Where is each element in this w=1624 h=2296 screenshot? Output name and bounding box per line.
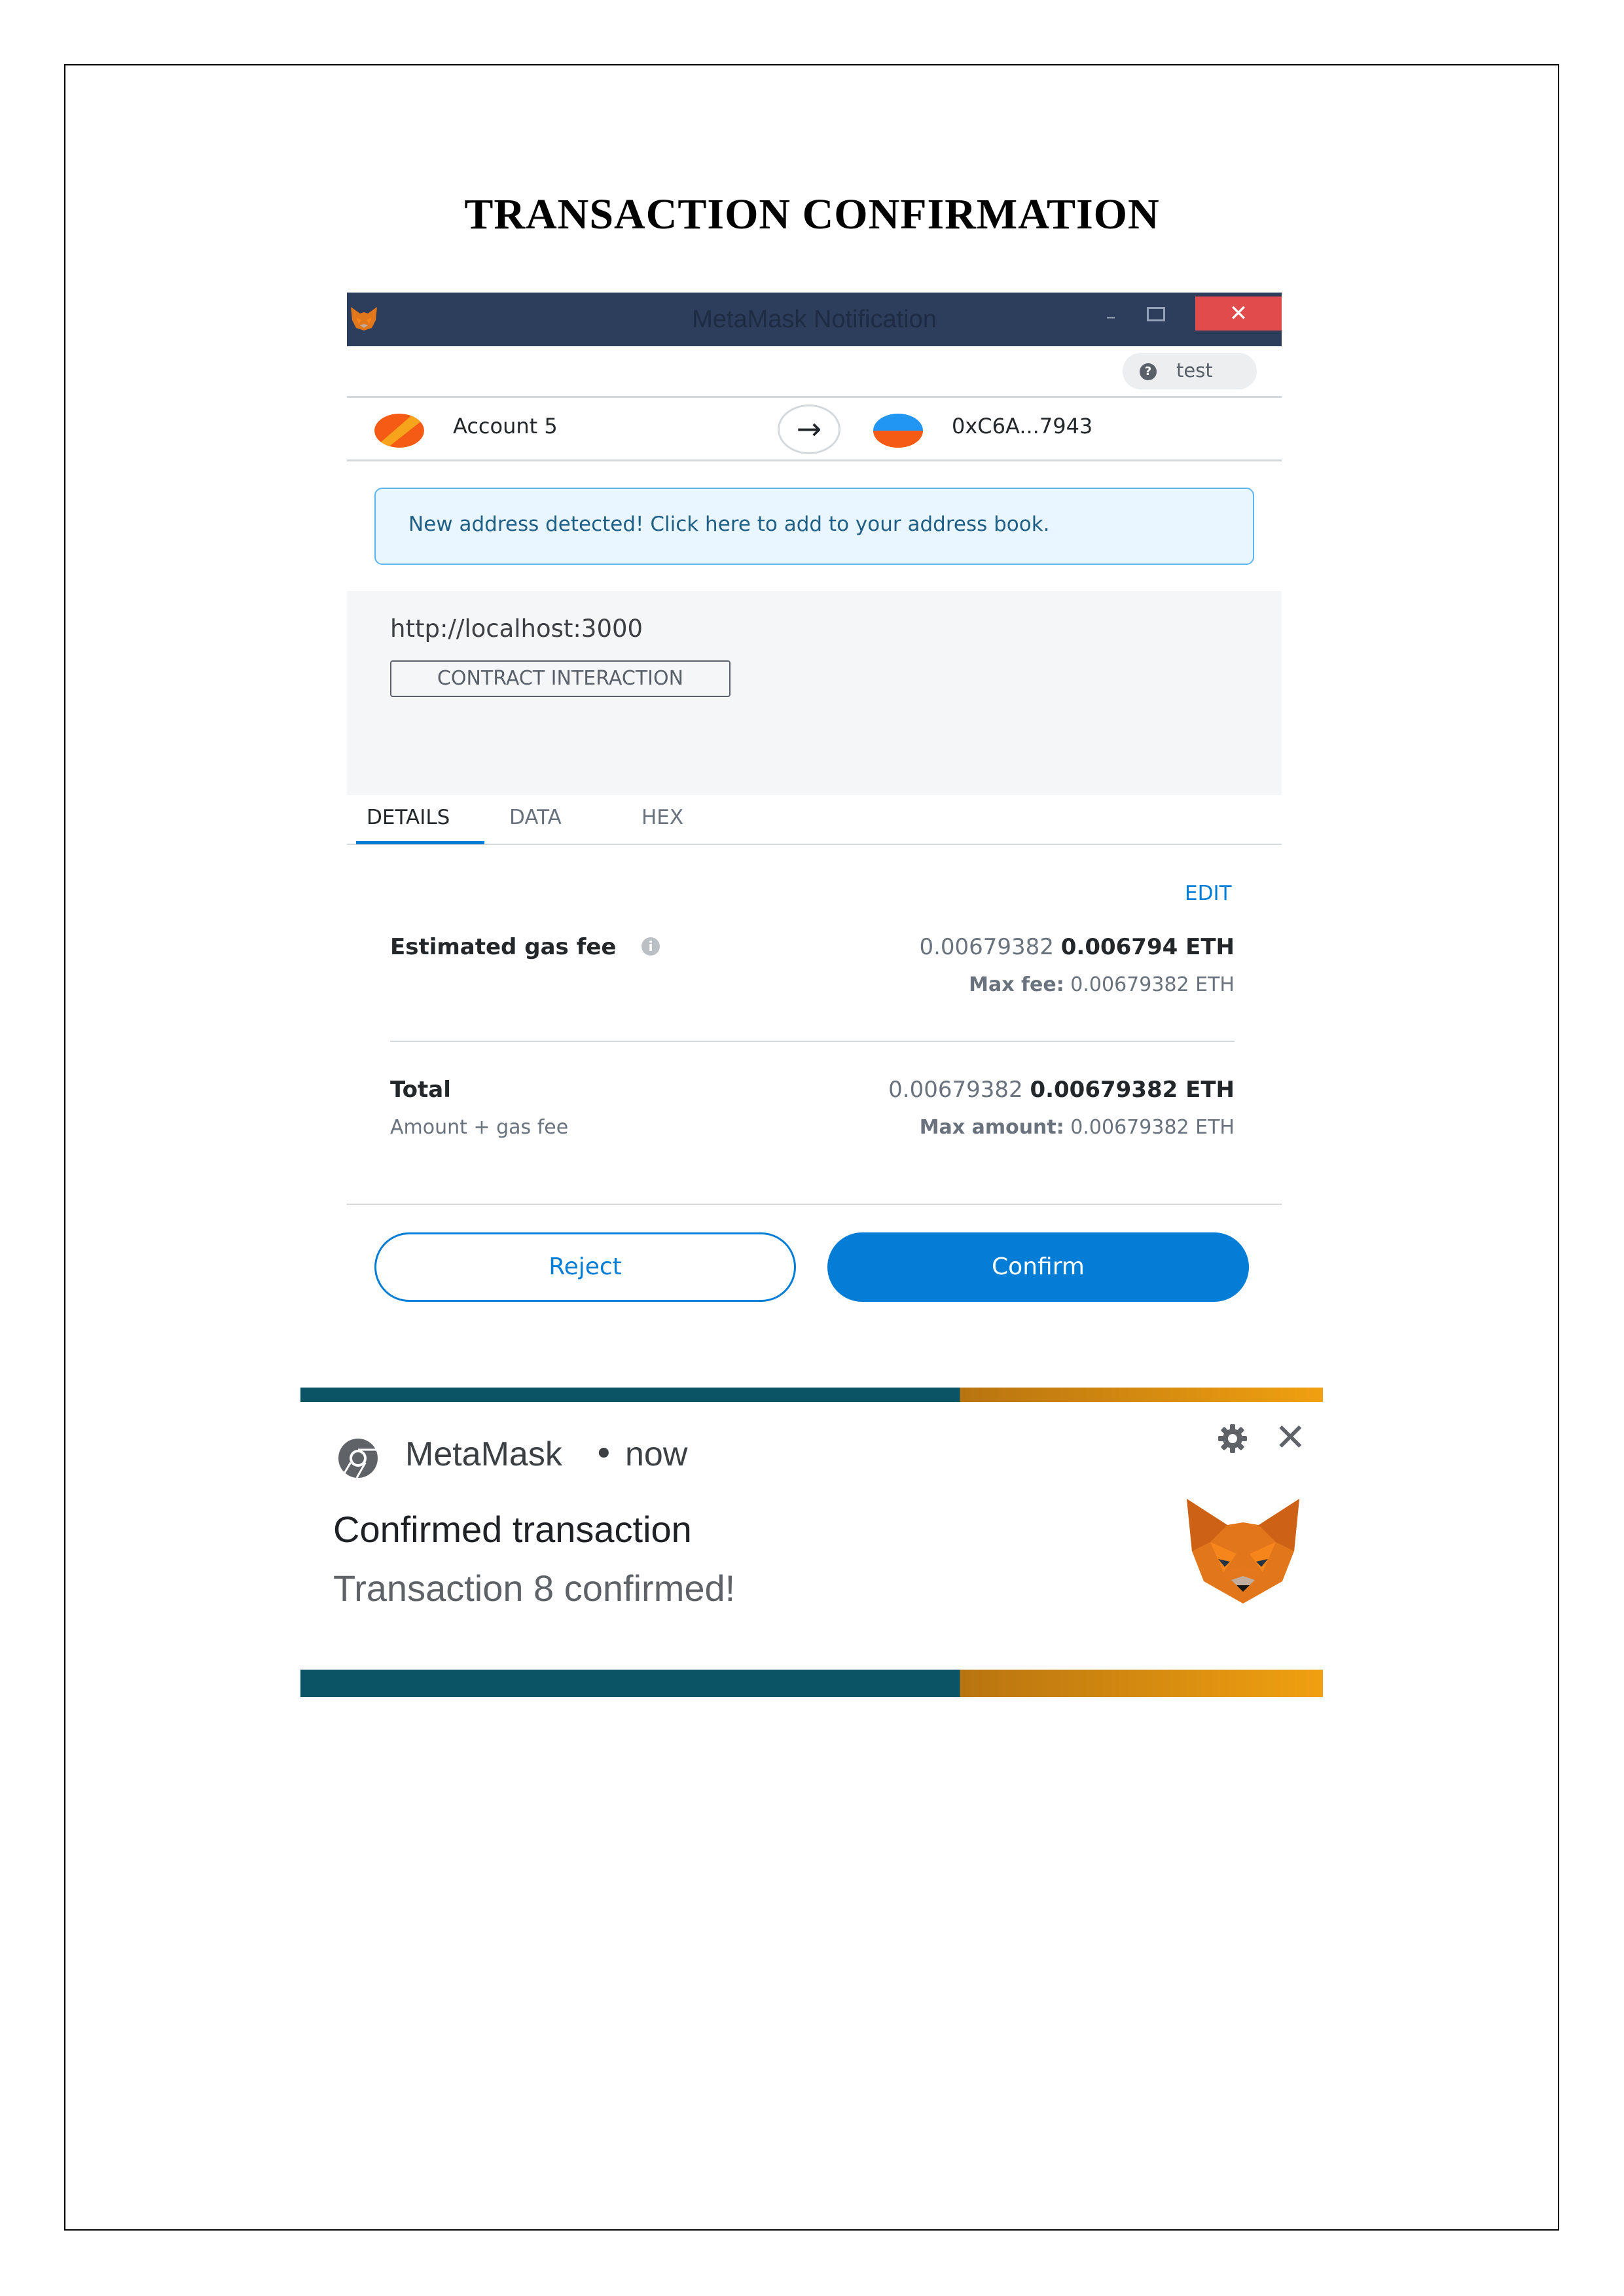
max-amount-label: Max amount: — [919, 1116, 1064, 1139]
total-value: 0.00679382 0.00679382 ETH — [888, 1077, 1235, 1103]
edit-gas-link[interactable]: EDIT — [1185, 882, 1232, 905]
gas-fee-secondary: 0.00679382 — [919, 934, 1054, 960]
metamask-notification-window: MetaMask Notification – ✕ ? test Account… — [347, 293, 1282, 1320]
window-titlebar: MetaMask Notification – ✕ — [347, 293, 1282, 346]
notification-top-stripe — [300, 1388, 1323, 1402]
confirm-button[interactable]: Confirm — [827, 1232, 1249, 1302]
minimize-button[interactable]: – — [1094, 304, 1127, 331]
active-tab-indicator — [356, 841, 484, 844]
from-account-name[interactable]: Account 5 — [453, 414, 558, 439]
question-icon: ? — [1140, 363, 1157, 380]
origin-url: http://localhost:3000 — [390, 615, 643, 643]
method-badge: CONTRACT INTERACTION — [390, 660, 731, 697]
total-secondary: 0.00679382 — [888, 1077, 1023, 1103]
notification-message: Transaction 8 confirmed! — [333, 1568, 736, 1609]
max-amount: Max amount: 0.00679382 ETH — [920, 1116, 1235, 1139]
max-fee-label: Max fee: — [969, 973, 1064, 996]
tab-data[interactable]: DATA — [509, 806, 562, 829]
total-label: Total — [390, 1077, 451, 1103]
details-divider — [390, 1041, 1235, 1042]
gas-fee-primary: 0.006794 ETH — [1060, 934, 1235, 960]
tab-bar: DETAILS DATA HEX — [347, 798, 1282, 845]
notification-bottom-stripe — [300, 1670, 1323, 1697]
info-icon[interactable]: i — [641, 937, 660, 956]
recipient-address[interactable]: 0xC6A...7943 — [952, 414, 1092, 439]
close-icon[interactable]: ✕ — [1274, 1416, 1307, 1458]
notification-app-name: MetaMask — [405, 1435, 562, 1473]
network-selector[interactable]: ? test — [1123, 353, 1257, 389]
window-title: MetaMask Notification — [692, 306, 937, 333]
gear-icon[interactable] — [1216, 1422, 1250, 1456]
new-address-banner-text: New address detected! Click here to add … — [408, 512, 1050, 536]
new-address-banner[interactable]: New address detected! Click here to add … — [374, 488, 1254, 565]
sender-recipient-row: Account 5 → 0xC6A...7943 — [347, 396, 1282, 461]
max-amount-value: 0.00679382 ETH — [1070, 1116, 1235, 1139]
network-label: test — [1176, 359, 1213, 382]
reject-button[interactable]: Reject — [374, 1232, 796, 1302]
total-primary: 0.00679382 ETH — [1030, 1077, 1235, 1103]
footer-divider — [347, 1204, 1282, 1205]
total-sublabel: Amount + gas fee — [390, 1116, 569, 1139]
notification-separator: • — [594, 1435, 614, 1474]
origin-panel: http://localhost:3000 CONTRACT INTERACTI… — [347, 591, 1282, 795]
tab-hex[interactable]: HEX — [641, 806, 683, 829]
document-title: TRANSACTION CONFIRMATION — [464, 190, 1160, 238]
gas-fee-label: Estimated gas fee — [390, 934, 617, 960]
arrow-right-icon: → — [778, 404, 840, 454]
recipient-avatar — [873, 414, 923, 448]
max-fee: Max fee: 0.00679382 ETH — [969, 973, 1235, 996]
window-close-button[interactable]: ✕ — [1195, 296, 1282, 331]
notification-title: Confirmed transaction — [333, 1509, 692, 1550]
chrome-icon — [338, 1439, 378, 1479]
account-avatar — [374, 414, 424, 448]
notification-time: now — [625, 1435, 688, 1473]
metamask-fox-icon — [1187, 1499, 1299, 1604]
tab-details[interactable]: DETAILS — [367, 806, 450, 829]
maximize-button[interactable] — [1147, 307, 1165, 321]
os-notification[interactable]: MetaMask • now ✕ Confirmed transaction T… — [300, 1388, 1323, 1697]
gas-fee-value: 0.00679382 0.006794 ETH — [919, 934, 1235, 960]
max-fee-value: 0.00679382 ETH — [1070, 973, 1235, 996]
